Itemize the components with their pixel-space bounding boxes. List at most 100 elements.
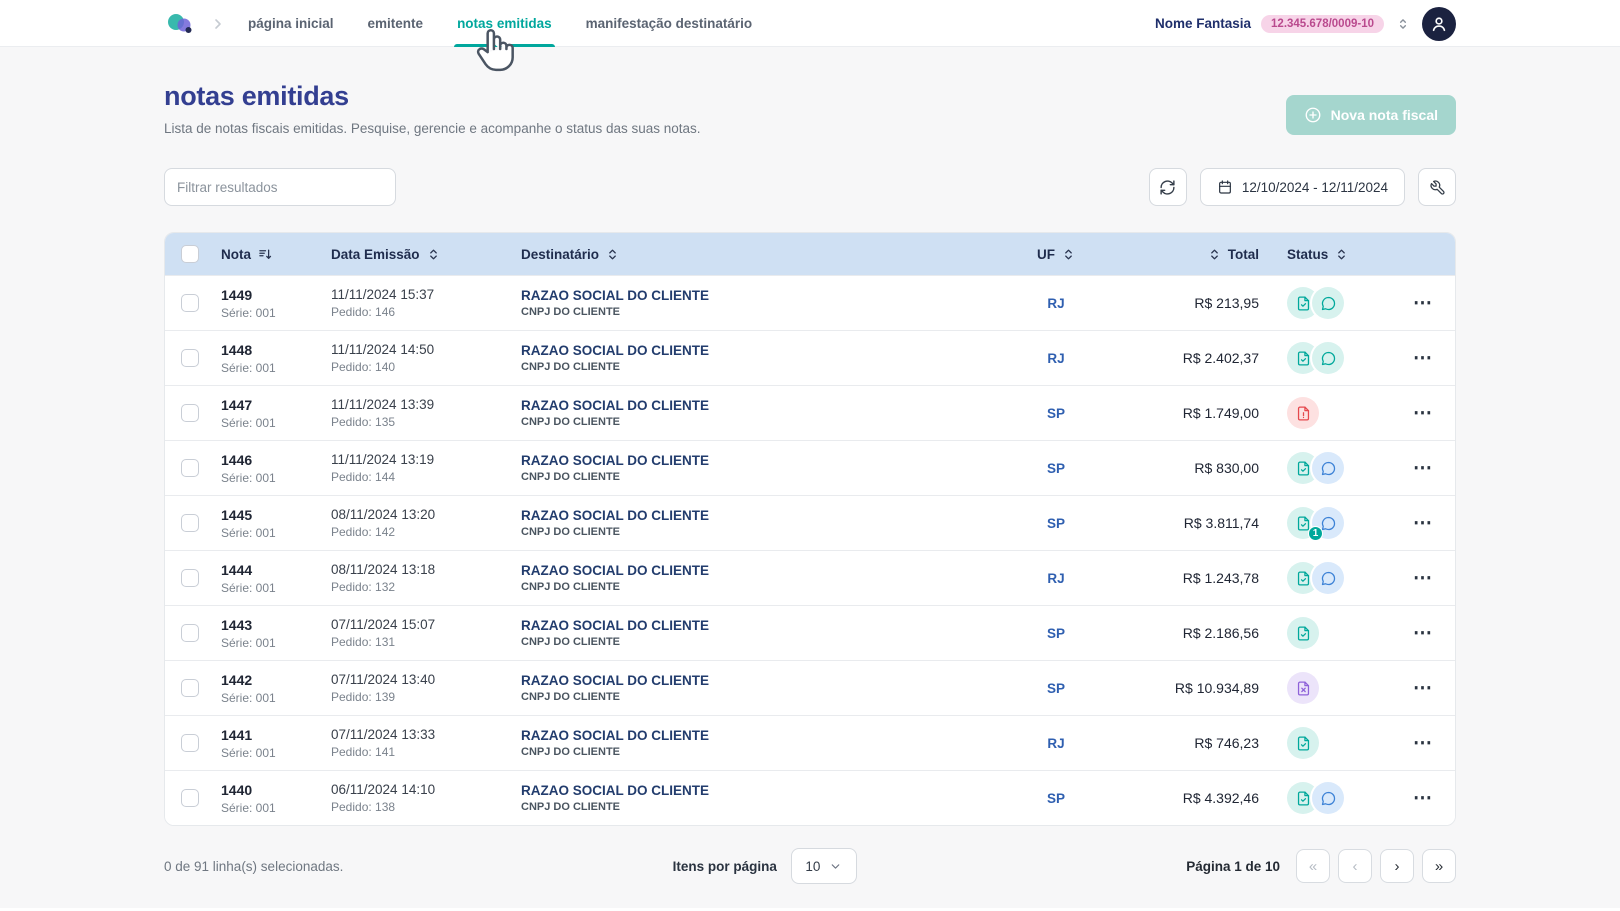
uf-value: SP — [1046, 680, 1065, 696]
account-switcher-button[interactable] — [1394, 15, 1412, 33]
row-checkbox[interactable] — [181, 459, 199, 477]
order-number: Pedido: 140 — [331, 360, 396, 374]
total-value: R$ 2.186,56 — [1182, 625, 1259, 641]
status-icons — [1271, 672, 1391, 704]
nav-pagina-inicial[interactable]: página inicial — [248, 0, 334, 47]
invoice-number: 1449 — [221, 286, 253, 303]
recipient-cnpj: CNPJ DO CLIENTE — [521, 306, 621, 318]
items-per-page-label: Itens por página — [672, 858, 777, 874]
row-checkbox[interactable] — [181, 404, 199, 422]
column-header-total[interactable]: Total — [1111, 247, 1271, 262]
row-actions-button[interactable]: ⋯ — [1413, 292, 1433, 315]
nav-manifestacao-destinatario[interactable]: manifestação destinatário — [586, 0, 753, 47]
filter-input[interactable] — [164, 168, 396, 206]
row-actions-button[interactable]: ⋯ — [1413, 622, 1433, 645]
emission-date: 11/11/2024 14:50 — [331, 342, 435, 357]
emission-date: 07/11/2024 13:33 — [331, 727, 436, 742]
recipient-cnpj: CNPJ DO CLIENTE — [521, 581, 621, 593]
row-checkbox[interactable] — [181, 569, 199, 587]
emission-date: 06/11/2024 14:10 — [331, 782, 436, 797]
emission-date: 08/11/2024 13:20 — [331, 507, 436, 522]
row-actions-button[interactable]: ⋯ — [1413, 677, 1433, 700]
row-actions-button[interactable]: ⋯ — [1413, 347, 1433, 370]
chat-icon[interactable]: 1 — [1308, 507, 1344, 541]
chat-icon[interactable] — [1312, 287, 1344, 319]
tools-button[interactable] — [1418, 168, 1456, 206]
table-row: 1442 Série: 001 07/11/2024 13:40 Pedido:… — [165, 660, 1455, 715]
first-page-button[interactable]: « — [1296, 849, 1330, 883]
row-checkbox[interactable] — [181, 349, 199, 367]
table-row: 1440 Série: 001 06/11/2024 14:10 Pedido:… — [165, 770, 1455, 825]
chat-icon[interactable] — [1312, 782, 1344, 814]
date-range-button[interactable]: 12/10/2024 - 12/11/2024 — [1199, 168, 1405, 206]
items-per-page-select[interactable]: 10 — [790, 848, 857, 884]
refresh-icon — [1160, 179, 1175, 195]
row-checkbox[interactable] — [181, 514, 199, 532]
select-all-checkbox[interactable] — [181, 245, 199, 263]
row-actions-button[interactable]: ⋯ — [1413, 512, 1433, 535]
invoice-series: Série: 001 — [221, 305, 276, 320]
row-actions-button[interactable]: ⋯ — [1413, 787, 1433, 810]
new-invoice-label: Nova nota fiscal — [1330, 107, 1438, 123]
chat-icon[interactable] — [1312, 342, 1344, 374]
column-header-uf[interactable]: UF — [1001, 247, 1111, 262]
recipient-cnpj: CNPJ DO CLIENTE — [521, 471, 621, 483]
chat-icon[interactable] — [1312, 562, 1344, 594]
user-avatar[interactable] — [1422, 6, 1456, 41]
invoices-table: Nota Data Emissão Destinatário UF Total … — [164, 232, 1456, 826]
order-number: Pedido: 139 — [331, 690, 396, 704]
emission-date: 07/11/2024 15:07 — [331, 617, 436, 632]
next-page-button[interactable]: › — [1380, 849, 1414, 883]
account-cnpj-badge: 12.345.678/0009-10 — [1261, 14, 1384, 33]
chevrons-up-down-icon — [1399, 18, 1407, 29]
row-checkbox[interactable] — [181, 294, 199, 312]
row-actions-button[interactable]: ⋯ — [1413, 457, 1433, 480]
selection-info: 0 de 91 linha(s) selecionadas. — [164, 858, 344, 874]
row-checkbox[interactable] — [181, 624, 199, 642]
column-label-uf: UF — [1037, 246, 1055, 262]
items-per-page-value: 10 — [805, 858, 821, 874]
column-header-nota[interactable]: Nota — [213, 247, 323, 262]
nav-emitente[interactable]: emitente — [368, 0, 424, 47]
plus-circle-icon — [1305, 107, 1321, 123]
prev-page-button[interactable]: ‹ — [1338, 849, 1372, 883]
total-value: R$ 746,23 — [1194, 735, 1259, 751]
column-header-data-emissao[interactable]: Data Emissão — [323, 247, 513, 262]
uf-value: RJ — [1047, 350, 1065, 366]
row-actions-button[interactable]: ⋯ — [1413, 732, 1433, 755]
row-actions-button[interactable]: ⋯ — [1413, 402, 1433, 425]
row-checkbox[interactable] — [181, 679, 199, 697]
document-check-icon[interactable] — [1287, 617, 1319, 649]
emission-date: 08/11/2024 13:18 — [331, 562, 436, 577]
last-page-button[interactable]: » — [1422, 849, 1456, 883]
nav-notas-emitidas[interactable]: notas emitidas — [454, 0, 555, 72]
recipient-name: RAZAO SOCIAL DO CLIENTE — [521, 343, 710, 358]
table-row: 1449 Série: 001 11/11/2024 15:37 Pedido:… — [165, 275, 1455, 330]
table-row: 1446 Série: 001 11/11/2024 13:19 Pedido:… — [165, 440, 1455, 495]
chat-icon[interactable] — [1312, 452, 1344, 484]
total-value: R$ 830,00 — [1194, 460, 1259, 476]
uf-value: RJ — [1047, 735, 1065, 751]
row-checkbox[interactable] — [181, 734, 199, 752]
row-actions-button[interactable]: ⋯ — [1413, 567, 1433, 590]
page-background: página inicial emitente notas emitidas m… — [0, 0, 1620, 908]
document-alert-icon[interactable] — [1287, 397, 1319, 429]
document-check-icon[interactable] — [1287, 727, 1319, 759]
invoice-number: 1446 — [221, 451, 253, 468]
invoice-series: Série: 001 — [221, 415, 276, 430]
recipient-name: RAZAO SOCIAL DO CLIENTE — [521, 783, 710, 798]
order-number: Pedido: 131 — [331, 635, 396, 649]
sort-icon — [429, 249, 437, 259]
app-logo[interactable] — [164, 11, 196, 37]
refresh-button[interactable] — [1148, 168, 1187, 206]
column-header-status[interactable]: Status — [1271, 247, 1391, 262]
emission-date: 11/11/2024 13:19 — [331, 452, 435, 467]
invoice-number: 1447 — [221, 396, 253, 413]
row-checkbox[interactable] — [181, 789, 199, 807]
document-x-icon[interactable] — [1287, 672, 1319, 704]
column-header-destinatario[interactable]: Destinatário — [513, 247, 1001, 262]
new-invoice-button[interactable]: Nova nota fiscal — [1285, 95, 1456, 135]
order-number: Pedido: 146 — [331, 305, 396, 319]
pagination: Página 1 de 10 « ‹ › » — [1186, 849, 1456, 883]
items-per-page: Itens por página 10 — [673, 848, 857, 884]
